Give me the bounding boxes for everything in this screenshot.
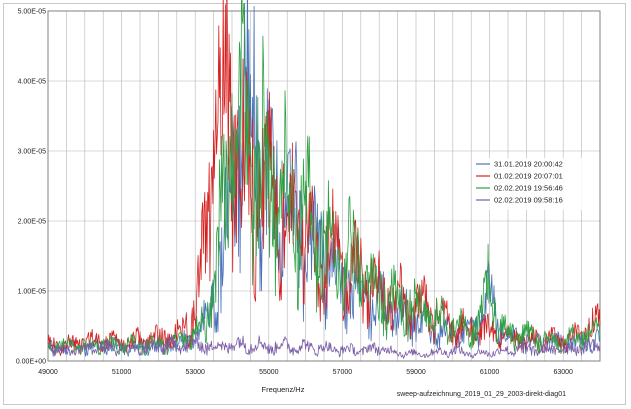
y-tick-label: 2.00E-05 xyxy=(18,219,47,226)
y-axis-ticks: 0.00E+00 1.00E-05 2.00E-05 3.00E-05 4.00E-05… xyxy=(16,9,46,366)
y-tick-label: 0.00E+00 xyxy=(16,359,46,366)
line-chart: 49000 51000 53000 55000 57000 59000 61000 63000… xyxy=(16,0,601,398)
x-tick-label: 49000 xyxy=(38,369,58,376)
chart-caption: sweep-aufzeichnung_2019_01_29_2003-direk… xyxy=(397,391,566,398)
x-tick-label: 51000 xyxy=(112,369,132,376)
y-tick-label: 5.00E-05 xyxy=(18,9,47,16)
legend: 31.01.2019 20:00:42 01.02.2019 20:07:01 02… xyxy=(473,158,583,210)
x-tick-label: 53000 xyxy=(185,369,205,376)
x-tick-label: 55000 xyxy=(259,369,279,376)
legend-entry: 01.02.2019 20:07:01 xyxy=(494,172,563,181)
x-axis-title: Frequenz/Hz xyxy=(262,385,305,394)
y-tick-label: 1.00E-05 xyxy=(18,289,47,296)
legend-entry: 02.02.2019 19:56:46 xyxy=(494,184,563,193)
y-tick-label: 4.00E-05 xyxy=(18,79,47,86)
legend-entry: 31.01.2019 20:00:42 xyxy=(494,160,563,169)
x-tick-label: 61000 xyxy=(480,369,500,376)
x-tick-label: 57000 xyxy=(333,369,353,376)
x-axis-ticks: 49000 51000 53000 55000 57000 59000 61000 63000 xyxy=(38,369,573,376)
y-tick-label: 3.00E-05 xyxy=(18,149,47,156)
x-tick-label: 59000 xyxy=(406,369,426,376)
legend-entry: 02.02.2019 09:58:16 xyxy=(494,196,563,205)
x-tick-label: 63000 xyxy=(553,369,573,376)
